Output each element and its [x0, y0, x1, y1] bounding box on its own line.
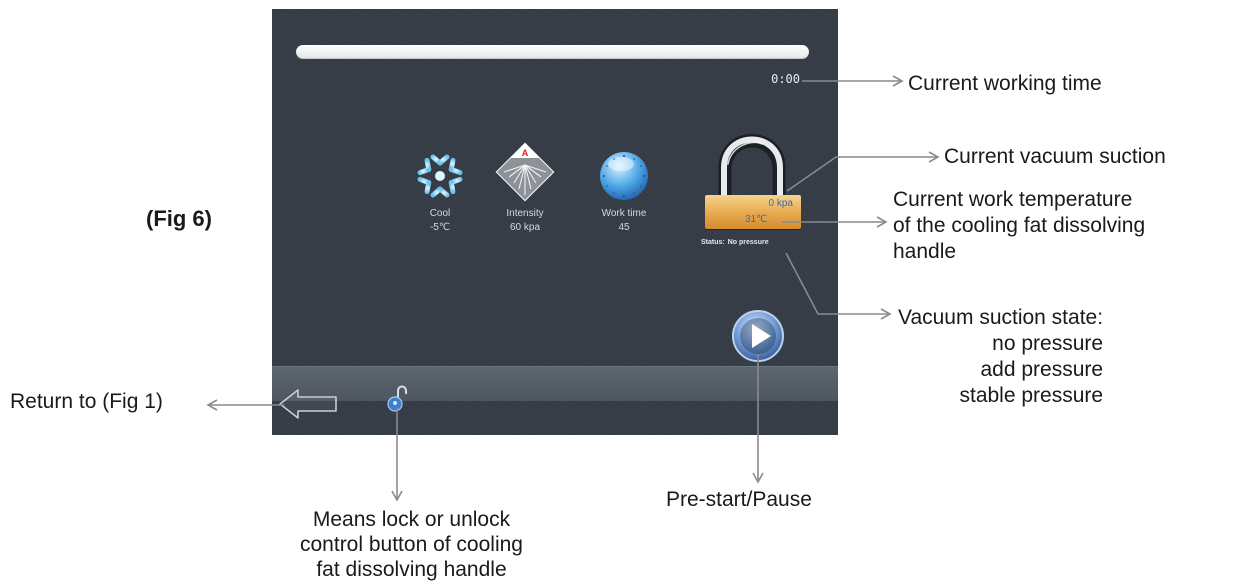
play-button[interactable] [730, 308, 786, 364]
annotation-return: Return to (Fig 1) [10, 390, 163, 413]
temperature-readout: 31℃ [745, 214, 768, 225]
annotation-vacuum-state-option: add pressure [980, 358, 1104, 381]
intensity-value: 60 kpa [509, 222, 541, 233]
annotation-vacuum-state-option: no pressure [992, 332, 1104, 355]
status-value: No pressure [727, 239, 769, 246]
lock-button[interactable] [386, 384, 410, 414]
intensity-param[interactable]: A Intensity 60 kpa [490, 141, 560, 233]
annotation-lock-line: fat dissolving handle [316, 558, 507, 581]
cool-value: -5℃ [429, 222, 451, 233]
annotation-vacuum-state-option: stable pressure [959, 384, 1104, 407]
back-arrow-icon [279, 389, 337, 419]
annotation-prestart: Pre-start/Pause [666, 488, 812, 511]
worktime-param[interactable]: Work time 45 [588, 149, 660, 233]
bottom-bar [272, 366, 838, 401]
worktime-label: Work time [601, 208, 647, 219]
annotation-vacuum-state: Vacuum suction state: no pressure add pr… [898, 305, 1103, 409]
svg-text:A: A [522, 148, 529, 158]
annotation-temperature-line: handle [893, 240, 957, 263]
annotation-temperature-line: Current work temperature [893, 188, 1133, 211]
intensity-label: Intensity [506, 208, 544, 219]
figure-label: (Fig 6) [146, 206, 212, 231]
annotation-lock-line: Means lock or unlock [312, 508, 511, 531]
cool-param[interactable]: Cool -5℃ [410, 149, 470, 233]
intensity-icon: A [495, 142, 555, 202]
annotation-vacuum: Current vacuum suction [944, 145, 1166, 168]
back-button[interactable] [278, 387, 340, 421]
annotation-lock-line: control button of cooling [300, 533, 523, 556]
handle-status-panel: 0 kpa 31℃ [705, 195, 801, 229]
status-line: Status: No pressure [701, 239, 772, 246]
handle-icon [718, 134, 786, 198]
unlock-icon [387, 385, 407, 412]
clock-icon [600, 152, 648, 200]
snowflake-icon [413, 151, 467, 203]
device-screen: 0:00 Cool -5℃ A Intensity 60 kpa Work ti… [272, 9, 838, 435]
annotation-working-time: Current working time [908, 72, 1102, 95]
progress-bar [296, 45, 809, 59]
cool-label: Cool [429, 208, 451, 219]
annotation-temperature-line: of the cooling fat dissolving [893, 214, 1146, 237]
annotation-vacuum-state-title: Vacuum suction state: [898, 306, 1104, 329]
annotation-temperature: Current work temperature of the cooling … [893, 187, 1145, 265]
annotation-lock: Means lock or unlock control button of c… [300, 507, 523, 582]
vacuum-readout: 0 kpa [768, 198, 793, 209]
status-label: Status: [701, 239, 725, 246]
working-time-readout: 0:00 [771, 72, 800, 86]
worktime-value: 45 [618, 222, 630, 233]
